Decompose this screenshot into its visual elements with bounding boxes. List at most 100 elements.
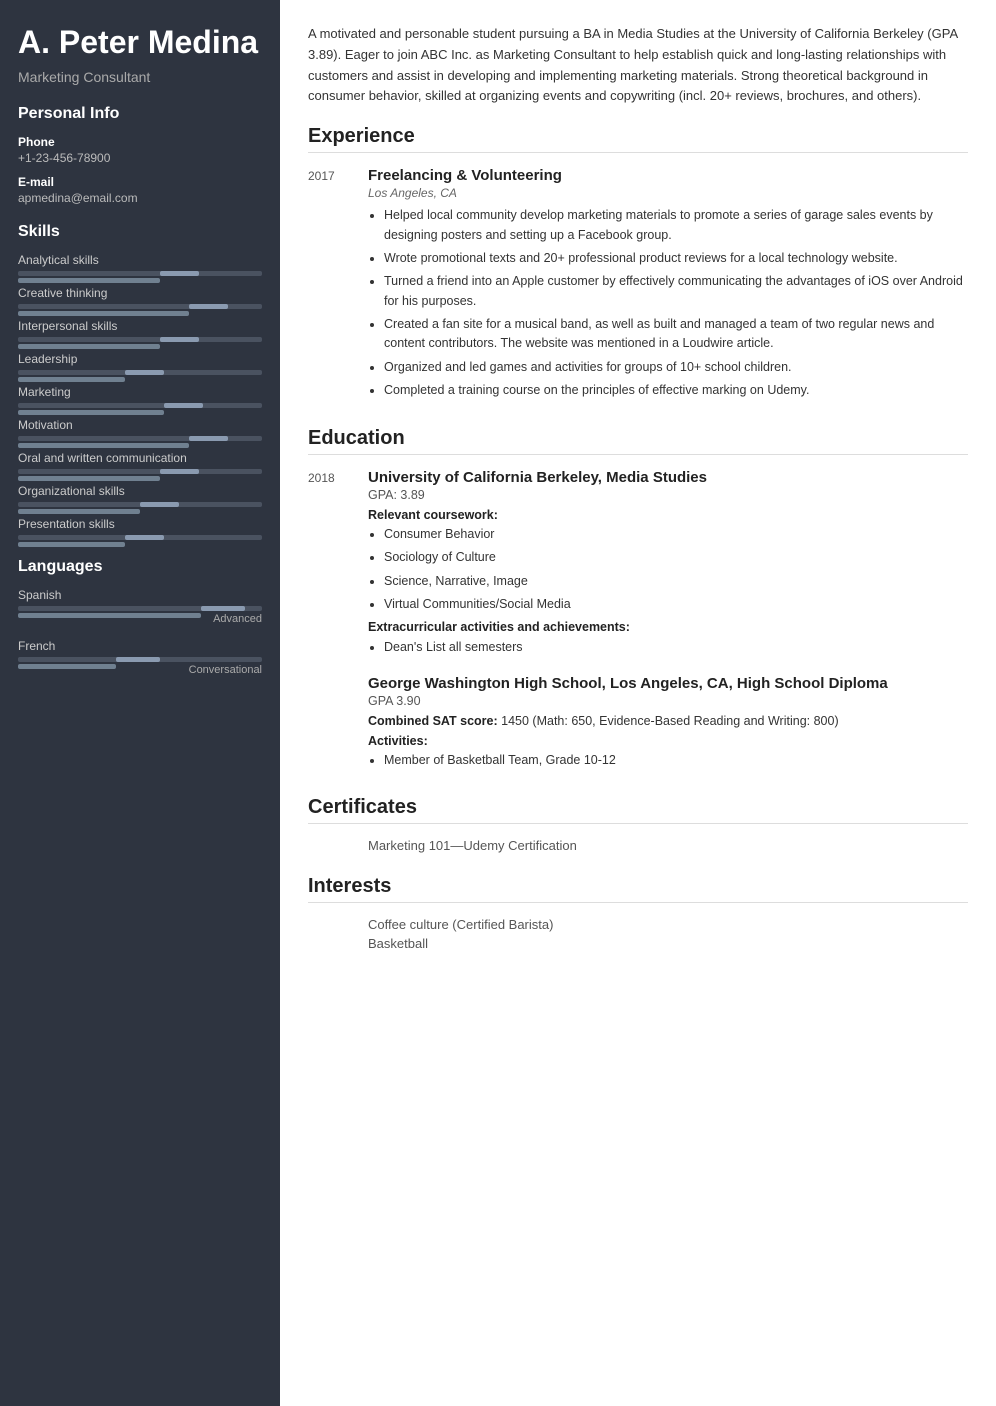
skill-name: Creative thinking	[18, 286, 262, 300]
entry-content: George Washington High School, Los Angel…	[368, 675, 968, 774]
skill-bar	[18, 469, 262, 474]
skill-bar	[18, 337, 262, 342]
language-bar	[18, 606, 262, 611]
candidate-title: Marketing Consultant	[18, 69, 262, 85]
language-item: Spanish Advanced	[18, 588, 262, 625]
phone-info: Phone +1-23-456-78900	[18, 135, 262, 165]
language-item: French Conversational	[18, 639, 262, 676]
coursework-item: Sociology of Culture	[384, 548, 968, 567]
skill-bar-fill	[18, 377, 125, 382]
education-section: Education 2018 University of California …	[308, 427, 968, 775]
skill-item: Interpersonal skills	[18, 319, 262, 342]
skill-name: Motivation	[18, 418, 262, 432]
skill-item: Creative thinking	[18, 286, 262, 309]
skill-bar	[18, 535, 262, 540]
education-entry: George Washington High School, Los Angel…	[308, 675, 968, 774]
skill-bar-fill	[18, 509, 140, 514]
entry-title: University of California Berkeley, Media…	[368, 469, 968, 486]
skill-item: Presentation skills	[18, 517, 262, 540]
education-heading: Education	[308, 427, 968, 455]
phone-value: +1-23-456-78900	[18, 151, 262, 165]
skill-bar-fill	[18, 542, 125, 547]
main-content: A motivated and personable student pursu…	[280, 0, 996, 1406]
coursework-item: Consumer Behavior	[384, 525, 968, 544]
interest-item: Coffee culture (Certified Barista)	[308, 917, 968, 932]
email-info: E-mail apmedina@email.com	[18, 175, 262, 205]
skill-name: Analytical skills	[18, 253, 262, 267]
skill-name: Leadership	[18, 352, 262, 366]
skill-bar-accent	[189, 304, 228, 309]
interests-section: Interests Coffee culture (Certified Bari…	[308, 875, 968, 951]
skill-bar-accent	[160, 271, 199, 276]
skills-list: Analytical skills Creative thinking Inte…	[18, 253, 262, 540]
extra-label: Extracurricular activities and achieveme…	[368, 620, 630, 634]
extra-item: Dean's List all semesters	[384, 638, 968, 657]
interests-heading: Interests	[308, 875, 968, 903]
skills-heading: Skills	[18, 223, 262, 241]
entry-year	[308, 675, 368, 774]
skill-bar	[18, 370, 262, 375]
summary-text: A motivated and personable student pursu…	[308, 24, 968, 107]
gpa-line: GPA: 3.89	[368, 488, 968, 502]
candidate-name: A. Peter Medina	[18, 24, 262, 61]
personal-info-heading: Personal Info	[18, 105, 262, 123]
phone-label: Phone	[18, 135, 262, 149]
languages-heading: Languages	[18, 558, 262, 576]
skill-bar-accent	[140, 502, 179, 507]
bullet-item: Created a fan site for a musical band, a…	[384, 315, 968, 354]
skill-item: Organizational skills	[18, 484, 262, 507]
sidebar: A. Peter Medina Marketing Consultant Per…	[0, 0, 280, 1406]
education-entry: 2018 University of California Berkeley, …	[308, 469, 968, 662]
coursework-item: Science, Narrative, Image	[384, 572, 968, 591]
entry-year: 2017	[308, 167, 368, 404]
skill-item: Leadership	[18, 352, 262, 375]
bullet-item: Turned a friend into an Apple customer b…	[384, 272, 968, 311]
skill-item: Oral and written communication	[18, 451, 262, 474]
language-bar	[18, 657, 262, 662]
entry-subtitle: Los Angeles, CA	[368, 186, 968, 200]
entry-content: Freelancing & Volunteering Los Angeles, …	[368, 167, 968, 404]
experience-entry: 2017 Freelancing & Volunteering Los Ange…	[308, 167, 968, 404]
certificates-heading: Certificates	[308, 796, 968, 824]
skill-bar	[18, 436, 262, 441]
skill-name: Marketing	[18, 385, 262, 399]
skill-bar-accent	[164, 403, 203, 408]
skill-bar-accent	[125, 370, 164, 375]
skill-name: Organizational skills	[18, 484, 262, 498]
email-label: E-mail	[18, 175, 262, 189]
skill-name: Interpersonal skills	[18, 319, 262, 333]
education-list: 2018 University of California Berkeley, …	[308, 469, 968, 775]
skill-bar-fill	[18, 278, 160, 283]
bullet-item: Completed a training course on the princ…	[384, 381, 968, 400]
skill-bar	[18, 271, 262, 276]
sat-label: Combined SAT score:	[368, 714, 498, 728]
bullet-item: Wrote promotional texts and 20+ professi…	[384, 249, 968, 268]
language-name: Spanish	[18, 588, 262, 602]
certificates-section: Certificates Marketing 101—Udemy Certifi…	[308, 796, 968, 853]
skill-bar-fill	[18, 311, 189, 316]
activity-item: Member of Basketball Team, Grade 10-12	[384, 751, 968, 770]
language-bar-fill	[18, 664, 116, 669]
skill-item: Analytical skills	[18, 253, 262, 276]
sat-value: 1450 (Math: 650, Evidence-Based Reading …	[501, 714, 838, 728]
email-value: apmedina@email.com	[18, 191, 262, 205]
language-bar-accent	[201, 606, 245, 611]
coursework-item: Virtual Communities/Social Media	[384, 595, 968, 614]
entry-content: University of California Berkeley, Media…	[368, 469, 968, 662]
skill-name: Oral and written communication	[18, 451, 262, 465]
skill-bar	[18, 304, 262, 309]
skill-bar	[18, 403, 262, 408]
skill-bar-fill	[18, 410, 164, 415]
skill-bar-accent	[160, 337, 199, 342]
skill-bar-accent	[160, 469, 199, 474]
skill-bar-fill	[18, 476, 160, 481]
language-name: French	[18, 639, 262, 653]
skill-bar-fill	[18, 344, 160, 349]
language-bar-fill	[18, 613, 201, 618]
entry-title: Freelancing & Volunteering	[368, 167, 968, 184]
interests-list: Coffee culture (Certified Barista) Basket…	[308, 917, 968, 951]
languages-list: Spanish Advanced French Conversational	[18, 588, 262, 676]
interest-item: Basketball	[308, 936, 968, 951]
entry-body: Combined SAT score: 1450 (Math: 650, Evi…	[368, 712, 968, 770]
entry-body: Relevant coursework: Consumer BehaviorSo…	[368, 506, 968, 658]
